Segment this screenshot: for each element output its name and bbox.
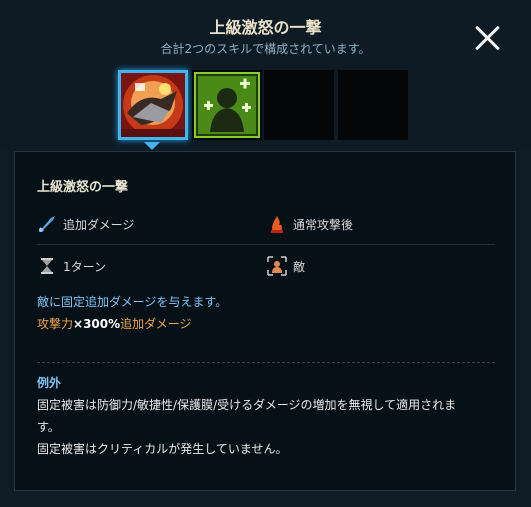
duration-label: 1ターン [63, 259, 107, 274]
target-row: 敵 [267, 256, 305, 276]
skill-rage-strike-icon [121, 73, 185, 137]
hourglass-icon [37, 256, 57, 276]
skill-slot-3 [264, 70, 334, 140]
formula-suffix: 追加ダメージ [120, 317, 192, 331]
duration-row: 1ターン [37, 256, 106, 276]
skill-buff-icon [194, 72, 260, 138]
skill-slot-4 [338, 70, 408, 140]
exception-line-3: 固定被害はクリティカルが発生していません。 [37, 442, 288, 456]
close-icon[interactable] [472, 22, 504, 54]
timing-row: 通常攻撃後 [267, 214, 353, 234]
formula-stat: 攻撃力 [37, 317, 74, 331]
timing-label: 通常攻撃後 [293, 217, 354, 232]
page-subtitle: 合計2つのスキルで構成されています。 [160, 42, 371, 56]
skill-name: 上級激怒の一撃 [37, 180, 129, 195]
exception-line-2: す。 [37, 420, 60, 434]
skill-description: 敵に固定追加ダメージを与えます。 [37, 295, 228, 309]
target-enemy-icon [267, 256, 287, 276]
divider [37, 244, 495, 245]
selection-pointer [144, 142, 160, 150]
skill-detail-panel: 上級激怒の一撃 追加ダメージ 通常攻撃後 1ターン 敵 敵に固定追加ダメージを与… [14, 151, 516, 491]
dialog-header: 上級激怒の一撃 合計2つのスキルで構成されています。 [0, 0, 531, 150]
exception-title: 例外 [37, 376, 62, 390]
damage-formula: 攻撃力×300%追加ダメージ [37, 314, 192, 334]
skill-slot-2[interactable] [192, 70, 262, 140]
page-title: 上級激怒の一撃 [209, 18, 322, 37]
target-label: 敵 [293, 259, 306, 274]
effect-type-label: 追加ダメージ [63, 217, 135, 232]
skill-slot-1[interactable] [118, 70, 188, 140]
flame-icon [267, 214, 287, 234]
formula-multiplier: ×300% [73, 317, 121, 331]
sword-icon [37, 214, 57, 234]
dashed-divider [37, 362, 495, 363]
exception-line-1: 固定被害は防御力/敏捷性/保護膜/受けるダメージの増加を無視して適用されま [37, 398, 457, 412]
effect-type-row: 追加ダメージ [37, 214, 134, 234]
